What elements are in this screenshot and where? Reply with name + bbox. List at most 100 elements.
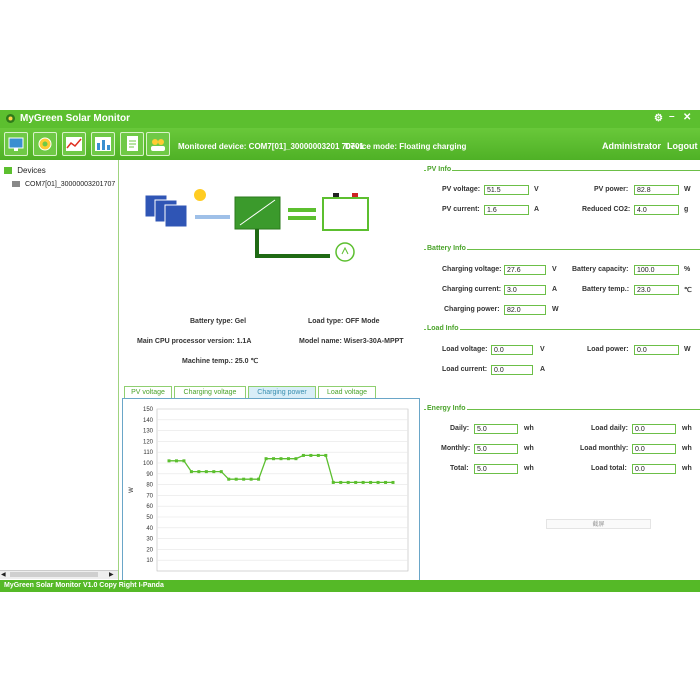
sidebar-item-device[interactable]: COM7[01]_30000003201707	[12, 181, 115, 188]
info-panel: PV Info PV voltage: 51.5 V PV power: 82.…	[424, 160, 700, 582]
load-voltage-unit: V	[540, 346, 545, 353]
total-unit: wh	[524, 465, 534, 472]
screenshot-button[interactable]: 截屏	[546, 519, 651, 529]
system-diagram	[144, 189, 369, 262]
monthly-unit: wh	[524, 445, 534, 452]
co2-label: Reduced CO2:	[582, 206, 631, 213]
data-point	[384, 480, 388, 484]
data-point	[294, 457, 298, 461]
pv-power-label: PV power:	[594, 186, 629, 193]
devices-node[interactable]: Devices	[4, 166, 46, 175]
scroll-right-arrow[interactable]: ▶	[109, 571, 114, 578]
y-axis-label: W	[129, 487, 135, 493]
tab-load-voltage[interactable]: Load voltage	[318, 386, 376, 398]
data-point	[346, 480, 350, 484]
data-point	[264, 457, 268, 461]
data-point	[301, 453, 305, 457]
settings-icon[interactable]: ⚙	[654, 113, 663, 124]
device-plug-icon	[12, 181, 20, 188]
data-point	[257, 477, 261, 481]
sun-icon	[194, 189, 206, 201]
app-title: MyGreen Solar Monitor	[20, 113, 131, 124]
y-tick-label: 50	[146, 515, 153, 521]
document-icon[interactable]	[120, 132, 144, 156]
user-label[interactable]: Administrator	[602, 141, 661, 151]
y-tick-label: 40	[146, 526, 153, 532]
model-name-text: Model name: Wiser3-30A-MPPT	[299, 338, 404, 345]
daily-unit: wh	[524, 425, 534, 432]
data-point	[189, 470, 193, 474]
y-tick-label: 30	[146, 537, 153, 543]
battery-temp-field[interactable]: 23.0	[634, 285, 679, 295]
scroll-left-arrow[interactable]: ◀	[1, 571, 6, 578]
load-power-field[interactable]: 0.0	[634, 345, 679, 355]
monthly-field[interactable]: 5.0	[474, 444, 518, 454]
users-icon[interactable]	[146, 132, 170, 156]
solar-panel-icon	[144, 194, 188, 228]
battery-info-title: Battery Info	[426, 245, 467, 252]
daily-field[interactable]: 5.0	[474, 424, 518, 434]
data-point	[212, 470, 216, 474]
total-label: Total:	[450, 465, 469, 472]
total-field[interactable]: 5.0	[474, 464, 518, 474]
pv-voltage-field[interactable]: 51.5	[484, 185, 529, 195]
load-current-field[interactable]: 0.0	[491, 365, 533, 375]
co2-field[interactable]: 4.0	[634, 205, 679, 215]
charging-power-label: Charging power:	[444, 306, 500, 313]
y-tick-label: 130	[143, 429, 154, 435]
data-point	[324, 453, 328, 457]
charging-power-field[interactable]: 82.0	[504, 305, 546, 315]
device-label: COM7[01]_30000003201707	[24, 181, 116, 188]
load-total-field[interactable]: 0.0	[632, 464, 676, 474]
close-icon[interactable]: ✕	[683, 112, 691, 123]
pv-voltage-label: PV voltage:	[442, 186, 481, 193]
load-power-label: Load power:	[587, 346, 629, 353]
tab-charging-voltage[interactable]: Charging voltage	[174, 386, 246, 398]
horizontal-scrollbar[interactable]: ◀ ▶	[0, 570, 118, 579]
battery-capacity-label: Battery capacity:	[572, 266, 629, 273]
data-point	[286, 457, 290, 461]
charging-voltage-label: Charging voltage:	[442, 266, 502, 273]
app-window: MyGreen Solar Monitor ⚙ – ✕ Monitored de…	[0, 110, 700, 592]
charging-power-chart: 10 20 30 40 50 60 70 80 90 100 110 120 130 140 150 W	[129, 407, 409, 572]
pv-current-field[interactable]: 1.6	[484, 205, 529, 215]
data-point	[369, 480, 373, 484]
scroll-thumb[interactable]	[10, 572, 98, 577]
settings-gear-icon[interactable]	[33, 132, 57, 156]
data-point	[182, 459, 186, 463]
data-point	[391, 480, 395, 484]
energy-info-group: Energy Info Daily: 5.0 wh Load daily: 0.…	[424, 405, 700, 582]
trend-chart-icon[interactable]	[62, 132, 86, 156]
charging-voltage-unit: V	[552, 266, 557, 273]
tab-charging-power[interactable]: Charging power	[248, 386, 316, 398]
monthly-label: Monthly:	[441, 445, 471, 452]
data-point	[361, 480, 365, 484]
tab-pv-voltage[interactable]: PV voltage	[124, 386, 172, 398]
daily-label: Daily:	[450, 425, 470, 432]
monitor-icon[interactable]	[4, 132, 28, 156]
y-tick-label: 110	[143, 450, 153, 456]
charging-voltage-field[interactable]: 27.6	[504, 265, 546, 275]
data-point	[272, 457, 276, 461]
load-total-unit: wh	[682, 465, 692, 472]
load-power-unit: W	[684, 346, 691, 353]
battery-temp-unit: ℃	[684, 287, 692, 294]
data-point	[331, 480, 335, 484]
charging-current-field[interactable]: 3.0	[504, 285, 546, 295]
load-monthly-field[interactable]: 0.0	[632, 444, 676, 454]
load-current-unit: A	[540, 366, 546, 373]
battery-capacity-field[interactable]: 100.0	[634, 265, 679, 275]
logout-link[interactable]: Logout	[667, 141, 698, 151]
y-tick-label: 100	[143, 461, 154, 467]
bar-chart-icon[interactable]	[91, 132, 115, 156]
load-voltage-field[interactable]: 0.0	[491, 345, 533, 355]
plot-area	[156, 408, 409, 572]
battery-link-bottom	[288, 216, 316, 220]
minimize-icon[interactable]: –	[669, 111, 675, 122]
load-daily-field[interactable]: 0.0	[632, 424, 676, 434]
pv-power-field[interactable]: 82.8	[634, 185, 679, 195]
battery-type-text: Battery type: Gel	[190, 318, 247, 325]
energy-info-title: Energy Info	[426, 405, 467, 412]
data-point	[309, 453, 313, 457]
battery-temp-label: Battery temp.:	[582, 286, 630, 293]
